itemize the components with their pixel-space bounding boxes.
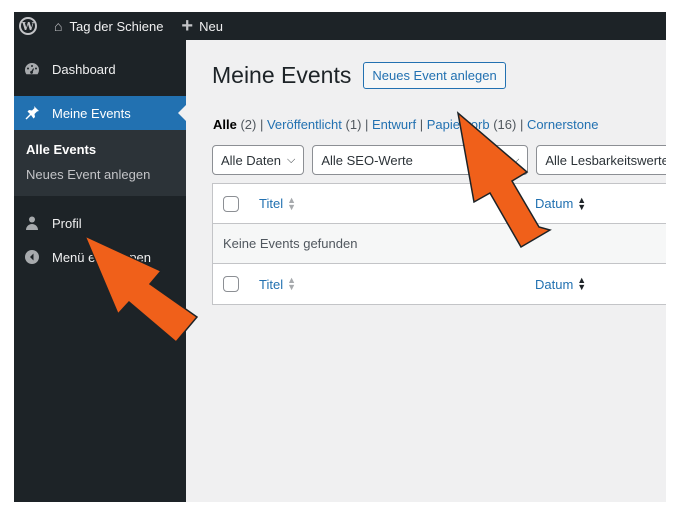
date-filter-select[interactable]: Alle Daten ⌵: [212, 145, 305, 175]
table-header-row: Titel ▲ ▼ Datum ▲ ▼: [213, 184, 666, 224]
sidebar-item-dashboard[interactable]: Dashboard: [14, 52, 186, 86]
sort-icon: ▲ ▼: [287, 275, 296, 292]
sidebar-item-label: Profil: [52, 215, 82, 231]
seo-filter-select[interactable]: Alle SEO-Werte ⌵: [312, 145, 529, 175]
chevron-down-icon: ⌵: [510, 153, 520, 166]
user-icon: [22, 213, 42, 233]
page-heading: Meine Events Neues Event anlegen: [212, 62, 506, 89]
admin-bar: W ⌂ Tag der Schiene + Neu: [14, 12, 666, 40]
view-cornerstone-link[interactable]: Cornerstone: [527, 117, 599, 132]
events-table: Titel ▲ ▼ Datum ▲ ▼ Keine Events gefunden …: [212, 183, 666, 305]
date-filter-value: Alle Daten: [221, 152, 281, 168]
select-all-checkbox[interactable]: [223, 195, 239, 212]
view-all-link[interactable]: Alle: [213, 117, 237, 132]
page-title: Meine Events: [212, 62, 352, 88]
sort-icon: ▲ ▼: [287, 194, 296, 212]
add-new-event-button[interactable]: Neues Event anlegen: [363, 62, 506, 89]
new-content-label: Neu: [199, 18, 223, 34]
filter-bar: Alle Daten ⌵ Alle SEO-Werte ⌵ Alle Lesba…: [212, 145, 666, 175]
readability-filter-value: Alle Lesbarkeitswerte: [545, 152, 666, 168]
view-all-count: (2): [240, 117, 257, 132]
submenu-item-neues-event-anlegen[interactable]: Neues Event anlegen: [14, 162, 186, 187]
sidebar-item-profil[interactable]: Profil: [14, 206, 186, 240]
table-footer-row: Titel ▲ ▼ Datum ▲ ▼: [213, 264, 666, 304]
site-name-link[interactable]: ⌂ Tag der Schiene: [42, 12, 173, 40]
no-items-message: Keine Events gefunden: [223, 236, 358, 251]
admin-sidebar: Dashboard Meine Events Alle Events Neues…: [14, 40, 186, 502]
view-published-count: (1): [345, 117, 362, 132]
seo-filter-value: Alle SEO-Werte: [321, 152, 413, 168]
readability-filter-select[interactable]: Alle Lesbarkeitswerte: [536, 145, 666, 175]
sort-icon: ▲ ▼: [577, 275, 587, 292]
view-trash-link[interactable]: Papierkorb: [427, 117, 490, 132]
column-footer-title[interactable]: Titel ▲ ▼: [259, 275, 296, 292]
column-footer-date[interactable]: Datum ▲ ▼: [535, 275, 587, 292]
column-header-date[interactable]: Datum ▲ ▼: [535, 194, 587, 212]
home-icon: ⌂: [54, 18, 63, 34]
chevron-down-icon: ⌵: [286, 153, 296, 166]
view-published-link[interactable]: Veröffentlicht: [267, 117, 342, 132]
collapse-icon: [22, 247, 42, 267]
column-header-title[interactable]: Titel ▲ ▼: [259, 194, 296, 212]
sidebar-item-collapse[interactable]: Menü einklappen: [14, 240, 186, 274]
select-all-checkbox[interactable]: [223, 276, 239, 292]
dashboard-icon: [22, 59, 42, 79]
main-content: Meine Events Neues Event anlegen Alle (2…: [186, 40, 666, 502]
events-submenu: Alle Events Neues Event anlegen: [14, 130, 186, 196]
pin-icon: [22, 103, 42, 123]
submenu-item-alle-events[interactable]: Alle Events: [14, 137, 186, 162]
sort-icon: ▲ ▼: [577, 194, 587, 212]
sidebar-item-label: Meine Events: [52, 105, 131, 121]
new-content-button[interactable]: + Neu: [173, 12, 231, 40]
plus-icon: +: [181, 15, 194, 37]
view-trash-count: (16): [493, 117, 517, 132]
sidebar-item-label: Dashboard: [52, 61, 116, 77]
wordpress-logo-icon[interactable]: W: [14, 12, 42, 40]
status-views: Alle (2) | Veröffentlicht (1) | Entwurf …: [213, 117, 599, 132]
sidebar-item-label: Menü einklappen: [52, 249, 152, 265]
sidebar-item-meine-events[interactable]: Meine Events: [14, 96, 186, 130]
view-draft-link[interactable]: Entwurf: [372, 117, 416, 132]
table-row: Keine Events gefunden: [213, 224, 666, 264]
screenshot-frame: W ⌂ Tag der Schiene + Neu Dashboard Mein…: [14, 12, 666, 502]
site-name-label: Tag der Schiene: [69, 18, 164, 34]
